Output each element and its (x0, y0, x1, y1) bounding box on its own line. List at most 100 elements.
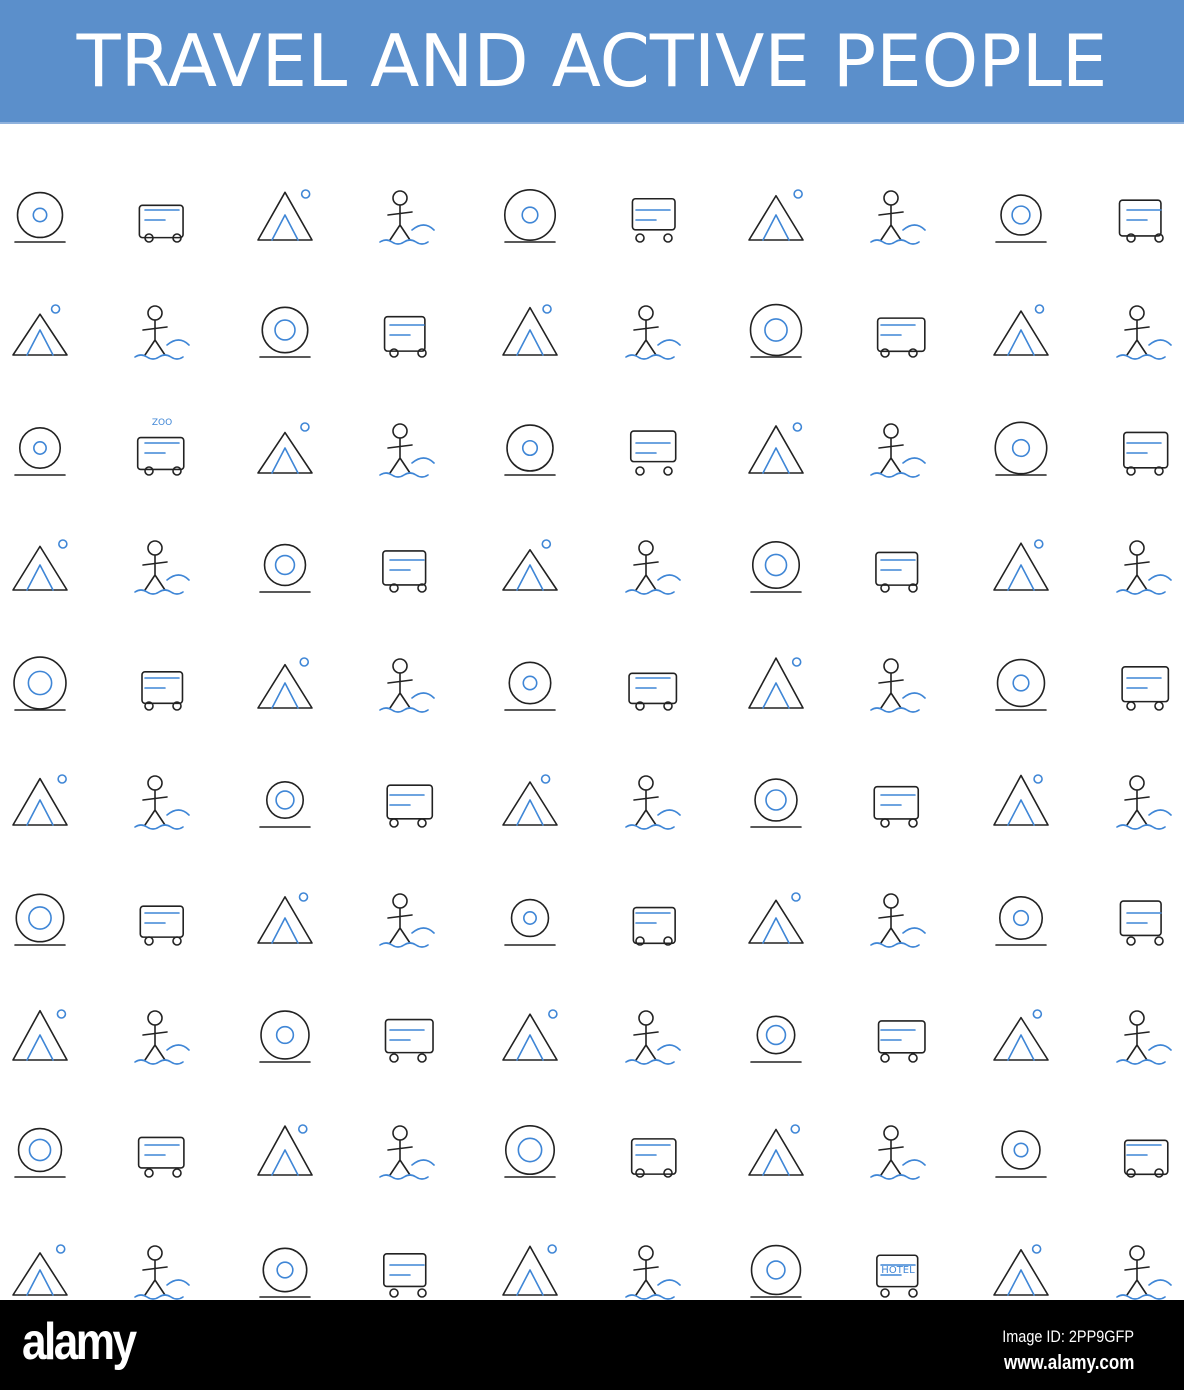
park-icon (618, 1235, 688, 1305)
jeep-icon (863, 1115, 933, 1185)
shark-sea-icon (741, 530, 811, 600)
title-banner: TRAVEL AND ACTIVE PEOPLE (0, 0, 1184, 124)
popcorn-cart-icon (372, 413, 442, 483)
life-ring-icon (495, 1115, 565, 1185)
clown-face-icon (250, 295, 320, 365)
mountains-icon (618, 530, 688, 600)
surfer-icon (618, 765, 688, 835)
page-title: TRAVEL AND ACTIVE PEOPLE (76, 19, 1108, 103)
parachute-icon (372, 530, 442, 600)
swing-ride-icon (1109, 1115, 1179, 1185)
keyboard-synth-icon (372, 648, 442, 718)
balloons-icon (741, 180, 811, 250)
ping-pong-icon (986, 530, 1056, 600)
hiker-icon (250, 765, 320, 835)
image-id: Image ID: 2PP9GFP (1002, 1327, 1134, 1346)
guitar-icon (5, 648, 75, 718)
palace-icon (986, 1115, 1056, 1185)
wallet-icon (741, 1115, 811, 1185)
pizza-slice-icon (986, 413, 1056, 483)
ice-axe-icon (5, 1115, 75, 1185)
turntable-icon (250, 648, 320, 718)
gramophone-icon (986, 648, 1056, 718)
go-kart-icon (495, 530, 565, 600)
boarding-pass-icon (372, 1235, 442, 1305)
beach-umbrella-icon (127, 1115, 197, 1185)
camping-tent-icon (250, 530, 320, 600)
world-pins-icon (495, 1000, 565, 1070)
svg-text:ZOO: ZOO (152, 418, 172, 428)
saxophone-icon (1109, 648, 1179, 718)
moped-icon (618, 1000, 688, 1070)
bowling-icon (127, 530, 197, 600)
suitcase-icon (250, 1115, 320, 1185)
ferry-icon (495, 1235, 565, 1305)
disco-ball-icon (863, 648, 933, 718)
fireworks-icon (986, 180, 1056, 250)
masquerade-mask-icon (1109, 295, 1179, 365)
beer-mugs-icon (1109, 530, 1179, 600)
boating-icon (863, 765, 933, 835)
coach-bus-icon (250, 1000, 320, 1070)
cruise-ship-icon (372, 883, 442, 953)
mosque-icon (5, 1235, 75, 1305)
skateboarder-icon (986, 765, 1056, 835)
bunting-icon (863, 180, 933, 250)
pirate-ship-ride-icon (250, 413, 320, 483)
cargo-ship-icon (741, 883, 811, 953)
postcard-icon (5, 1000, 75, 1070)
phone-location-icon (372, 1000, 442, 1070)
bus-icon (5, 883, 75, 953)
dartboard-icon (1109, 413, 1179, 483)
cannon-icon (127, 295, 197, 365)
water-slide-icon (5, 295, 75, 365)
taxi-icon (618, 1115, 688, 1185)
firework-rocket-icon (618, 180, 688, 250)
ice-cream-icon (618, 295, 688, 365)
clown-juggling-icon (127, 180, 197, 250)
tower-bridge-icon (250, 1235, 320, 1305)
roller-coaster-icon (618, 413, 688, 483)
backpacker-icon (372, 765, 442, 835)
swimmer-icon (5, 765, 75, 835)
elephant-icon (372, 180, 442, 250)
pier-icon (741, 1000, 811, 1070)
alamy-logo: alamy (22, 1313, 137, 1371)
desert-sunset-icon (1109, 1000, 1179, 1070)
rocket-launch-icon (250, 883, 320, 953)
icon-grid: ZOO HOTEL (0, 150, 1184, 1300)
bullet-train-icon (372, 1115, 442, 1185)
swim-goggles-icon (5, 530, 75, 600)
party-popper-icon (495, 180, 565, 250)
ferris-wheel-icon (5, 413, 75, 483)
kite-icon (863, 295, 933, 365)
footer-bar: alamy Image ID: 2PP9GFP www.alamy.com (0, 1300, 1184, 1390)
balloon-animal-icon (250, 180, 320, 250)
archer-icon (495, 765, 565, 835)
globe-pin-icon (127, 883, 197, 953)
scooter-delivery-icon (863, 883, 933, 953)
fountain-icon (863, 530, 933, 600)
castle-icon (741, 413, 811, 483)
website-url: www.alamy.com (1003, 1352, 1134, 1374)
merry-go-round-icon (863, 413, 933, 483)
studio-microphone-icon (495, 648, 565, 718)
circus-tent-icon (495, 295, 565, 365)
radio-icon (618, 648, 688, 718)
magic-hat-icon (986, 295, 1056, 365)
minibus-icon (495, 883, 565, 953)
whale-icon (741, 1235, 811, 1305)
container-ship-icon (1109, 883, 1179, 953)
microphone-icon (127, 648, 197, 718)
skis-icon (986, 1000, 1056, 1070)
camper-fire-icon (741, 765, 811, 835)
carousel-icon (495, 413, 565, 483)
map-pins-icon (986, 883, 1056, 953)
zoo-gate-icon: ZOO (127, 413, 197, 483)
camper-van-icon (127, 1235, 197, 1305)
cyclist-icon (127, 765, 197, 835)
svg-text:HOTEL: HOTEL (881, 1265, 915, 1276)
cocktails-icon (863, 1000, 933, 1070)
airplane-icon (1109, 765, 1179, 835)
sailboat-icon (127, 1000, 197, 1070)
